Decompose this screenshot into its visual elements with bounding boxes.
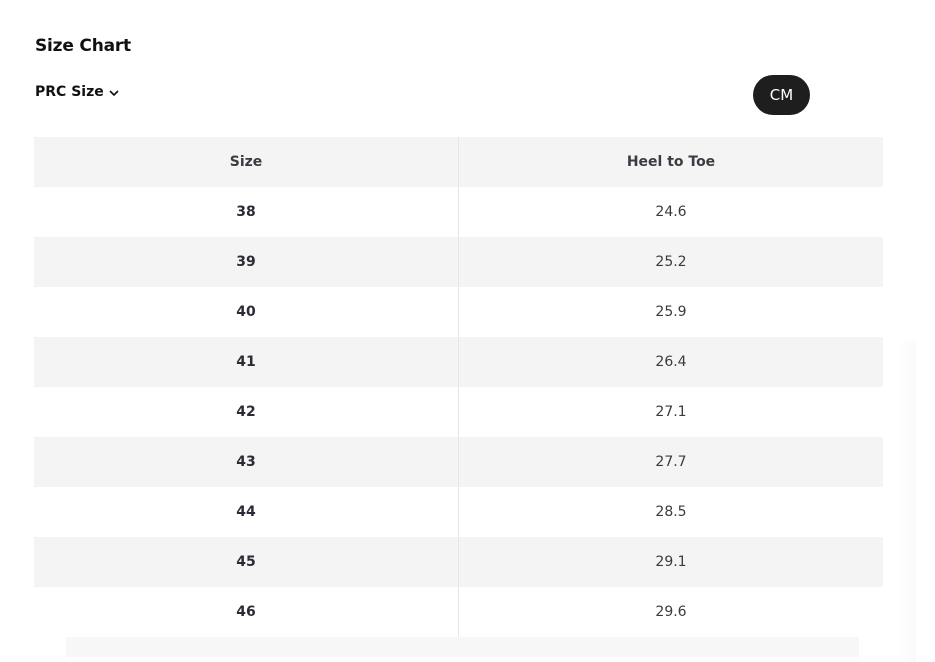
table-body: 38 24.6 39 25.2 40 25.9 41 26.4 42 27.1 43 27.7 44 28…: [34, 187, 883, 637]
size-chart-panel: Size Chart PRC Size CM Size Heel to Toe …: [0, 0, 935, 662]
scroll-shadow: [898, 340, 916, 662]
header-heel-to-toe: Heel to Toe: [626, 154, 716, 170]
table-row: 43 27.7: [34, 437, 883, 487]
heel-to-toe-cell: 29.6: [655, 604, 687, 620]
heel-to-toe-cell: 27.7: [655, 454, 687, 470]
size-cell: 46: [34, 587, 459, 637]
size-cell: 44: [34, 487, 459, 537]
size-cell: 43: [34, 437, 459, 487]
heel-to-toe-cell: 25.9: [655, 304, 687, 320]
table-row: 41 26.4: [34, 337, 883, 387]
size-cell: 41: [34, 337, 459, 387]
table-row: 45 29.1: [34, 537, 883, 587]
heel-to-toe-cell: 25.2: [655, 254, 687, 270]
bottom-fade: [66, 637, 859, 657]
table-row: 46 29.6: [34, 587, 883, 637]
unit-toggle-cm[interactable]: CM: [753, 75, 810, 115]
heel-to-toe-cell: 29.1: [655, 554, 687, 570]
size-table: Size Heel to Toe 38 24.6 39 25.2 40 25.9 41 26.…: [34, 137, 883, 637]
page-title: Size Chart: [35, 36, 131, 56]
heel-to-toe-cell: 28.5: [655, 504, 687, 520]
heel-to-toe-cell: 27.1: [655, 404, 687, 420]
size-system-dropdown[interactable]: PRC Size: [35, 84, 120, 100]
chevron-down-icon: [109, 90, 119, 97]
heel-to-toe-cell: 24.6: [655, 204, 687, 220]
table-header-row: Size Heel to Toe: [34, 137, 883, 187]
size-system-label: PRC Size: [35, 84, 104, 100]
table-row: 39 25.2: [34, 237, 883, 287]
table-row: 42 27.1: [34, 387, 883, 437]
heel-to-toe-cell: 26.4: [655, 354, 687, 370]
size-cell: 40: [34, 287, 459, 337]
size-cell: 38: [34, 187, 459, 237]
table-row: 40 25.9: [34, 287, 883, 337]
size-cell: 42: [34, 387, 459, 437]
size-cell: 39: [34, 237, 459, 287]
table-row: 44 28.5: [34, 487, 883, 537]
header-size: Size: [34, 137, 459, 187]
table-row: 38 24.6: [34, 187, 883, 237]
size-cell: 45: [34, 537, 459, 587]
